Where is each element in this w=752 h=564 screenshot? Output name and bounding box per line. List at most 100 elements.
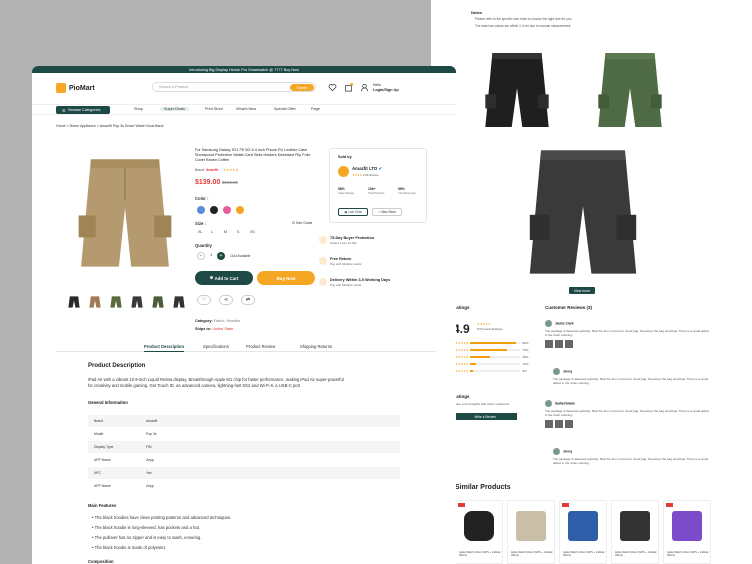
tab-product-description[interactable]: Product Description xyxy=(144,344,185,352)
product-main-image[interactable] xyxy=(62,152,188,274)
rating-bar-row: ★★★★★ 12% xyxy=(455,361,528,366)
ships-line: Ships to: United State xyxy=(195,327,234,331)
rating-stars: ★★★★★ xyxy=(455,347,469,352)
quantity-value[interactable]: 1 xyxy=(210,252,212,257)
size-option[interactable]: L xyxy=(211,230,213,234)
nav-item-page[interactable]: Page xyxy=(311,107,320,111)
size-option[interactable]: M xyxy=(224,230,227,234)
size-option[interactable]: S xyxy=(237,230,239,234)
announcement-bar[interactable]: Introducing Big Display Herion Pro Smart… xyxy=(32,66,456,73)
add-to-cart-button[interactable]: ⊕ Add to Cart xyxy=(195,271,253,285)
product-thumbnail[interactable] xyxy=(88,295,102,309)
buy-now-button[interactable]: Buy Now xyxy=(257,271,315,285)
gallery-image-grey-shorts-large[interactable] xyxy=(513,142,653,282)
category-value[interactable]: Fabric, Hoodies xyxy=(214,319,241,323)
note-item: Please refer to the specific size chart … xyxy=(475,17,573,21)
quantity-increase-button[interactable]: + xyxy=(217,252,225,260)
feature-list-item: • The pullover has no zipper and is easy… xyxy=(92,535,202,540)
rating-percent: 92% xyxy=(522,340,529,345)
product-thumbnail[interactable] xyxy=(67,295,81,309)
feature-delivery: Delivery Within 3-5 Working Days Pay with… xyxy=(319,278,390,287)
rating-stars: ★★★★★ xyxy=(455,361,469,366)
product-thumbnail[interactable] xyxy=(130,295,144,309)
spec-key: APP Name xyxy=(94,484,111,488)
tab-product-review[interactable]: Product Review xyxy=(246,344,275,349)
nav-item-shop[interactable]: Shop xyxy=(134,107,143,111)
reviewer-name: Jenny xyxy=(563,449,573,454)
cart-icon[interactable] xyxy=(344,83,353,92)
tab-specifications[interactable]: Specifications xyxy=(203,344,229,349)
rating-bar-fill xyxy=(470,369,473,372)
spec-value: FIN xyxy=(146,445,152,449)
reviewer-name: Sadia Nowan xyxy=(555,401,575,406)
size-option[interactable]: XS xyxy=(250,230,255,234)
truck-icon xyxy=(319,278,327,286)
rating-bar-row: ★★★★★ 40% xyxy=(455,354,529,359)
nav-item-special-offer[interactable]: Special Offer xyxy=(274,107,296,111)
compare-button[interactable]: ⇄ xyxy=(241,295,255,305)
tab-shipping-returns[interactable]: Shipping Returns xyxy=(300,344,332,349)
wishlist-button[interactable]: ♡ xyxy=(197,295,211,305)
spec-key: APP Name xyxy=(94,458,111,462)
heart-icon: ♡ xyxy=(201,297,207,303)
rating-bar xyxy=(470,355,521,358)
nav-item-print-store[interactable]: Print Store xyxy=(205,107,223,111)
similar-product-card[interactable]: Apple Watch Ultra 2 [GPS + Cellular 49mm… xyxy=(559,500,607,564)
seller-stat: 98% Seller Ratings xyxy=(338,187,355,195)
nav-item-whats-new[interactable]: What's New xyxy=(236,107,256,111)
search-button[interactable]: Search xyxy=(290,84,314,91)
login-link[interactable]: Hello Login/Sign Up xyxy=(373,83,399,92)
site-logo[interactable]: PioMart xyxy=(56,83,95,93)
product-page: Introducing Big Display Herion Pro Smart… xyxy=(32,66,456,564)
review-photos[interactable] xyxy=(545,340,710,348)
ships-to-value[interactable]: United State xyxy=(212,327,233,331)
product-thumbnail[interactable] xyxy=(151,295,165,309)
review-reply: Jenny The package is delivered perfectly… xyxy=(553,368,710,385)
review-reply: Jenny The package is delivered perfectly… xyxy=(553,448,710,465)
product-thumbnail[interactable] xyxy=(172,295,186,309)
shopping-bag-icon xyxy=(56,83,66,93)
gallery-image-green-shorts[interactable] xyxy=(586,44,674,136)
share-button[interactable]: ⋖ xyxy=(219,295,233,305)
size-option[interactable]: XL xyxy=(198,230,202,234)
similar-product-card[interactable]: Apple Watch Ultra 2 [GPS + Cellular 49mm… xyxy=(507,500,555,564)
brand-line: Brand: Amazfit ★★★★★ xyxy=(195,168,239,172)
heart-icon[interactable] xyxy=(328,83,337,92)
rating-percent: 40% xyxy=(522,354,529,359)
product-thumbnail[interactable] xyxy=(109,295,123,309)
spec-key: Model xyxy=(94,432,104,436)
live-chat-button[interactable]: ▣ Live Chat xyxy=(338,208,368,216)
view-more-button[interactable]: View more xyxy=(569,287,595,294)
nav-item-super-deals[interactable]: Super Deals xyxy=(160,107,189,111)
product-title: For Samsung Galaxy S21 FE 5G 6.4 inch Ph… xyxy=(195,148,311,162)
sneaker-image xyxy=(568,511,598,541)
similar-product-card[interactable]: Apple Watch Ultra 2 [GPS + Cellular 49mm… xyxy=(663,500,711,564)
login-label: Login/Sign Up xyxy=(373,87,399,92)
seller-name[interactable]: Amazfit LTD ✔ xyxy=(352,166,382,172)
color-swatch[interactable] xyxy=(210,206,218,214)
size-guide-link[interactable]: ⊟ Size Guide xyxy=(292,221,312,225)
breadcrumb[interactable]: Home > Home Appliance > Amazfit Pop 3s S… xyxy=(56,124,164,128)
review-photos[interactable] xyxy=(545,420,710,428)
similar-product-card[interactable]: Apple Watch Ultra 2 [GPS + Cellular 49mm… xyxy=(455,500,503,564)
color-swatch[interactable] xyxy=(197,206,205,214)
brand-link[interactable]: Amazfit xyxy=(206,168,218,172)
color-swatch[interactable] xyxy=(223,206,231,214)
write-review-button[interactable]: Write a Review xyxy=(453,413,517,420)
quantity-decrease-button[interactable]: − xyxy=(197,252,205,260)
similar-products-heading: Similar Products xyxy=(455,484,511,491)
gallery-image-black-shorts[interactable] xyxy=(473,44,561,136)
browse-categories-button[interactable]: ☰ Browse Categories xyxy=(56,106,110,114)
search-input[interactable]: Search a Product Search xyxy=(152,82,316,92)
size-label: Size : xyxy=(195,221,206,226)
similar-product-card[interactable]: Apple Watch Ultra 2 [GPS + Cellular 49mm… xyxy=(611,500,659,564)
rating-count: 8 Products Ratings xyxy=(477,327,503,331)
color-swatch[interactable] xyxy=(236,206,244,214)
rating-stars: ★★★★★ xyxy=(455,354,469,359)
rating-bar xyxy=(470,362,521,365)
review-item: Sadia Nowan The package is delivered per… xyxy=(545,400,710,428)
rating-stars: ★★★★★ xyxy=(477,322,491,326)
rating-stars: ★★★★★ xyxy=(455,368,469,373)
user-icon[interactable] xyxy=(360,83,369,92)
view-store-button[interactable]: ⌂ View Store xyxy=(372,208,402,216)
